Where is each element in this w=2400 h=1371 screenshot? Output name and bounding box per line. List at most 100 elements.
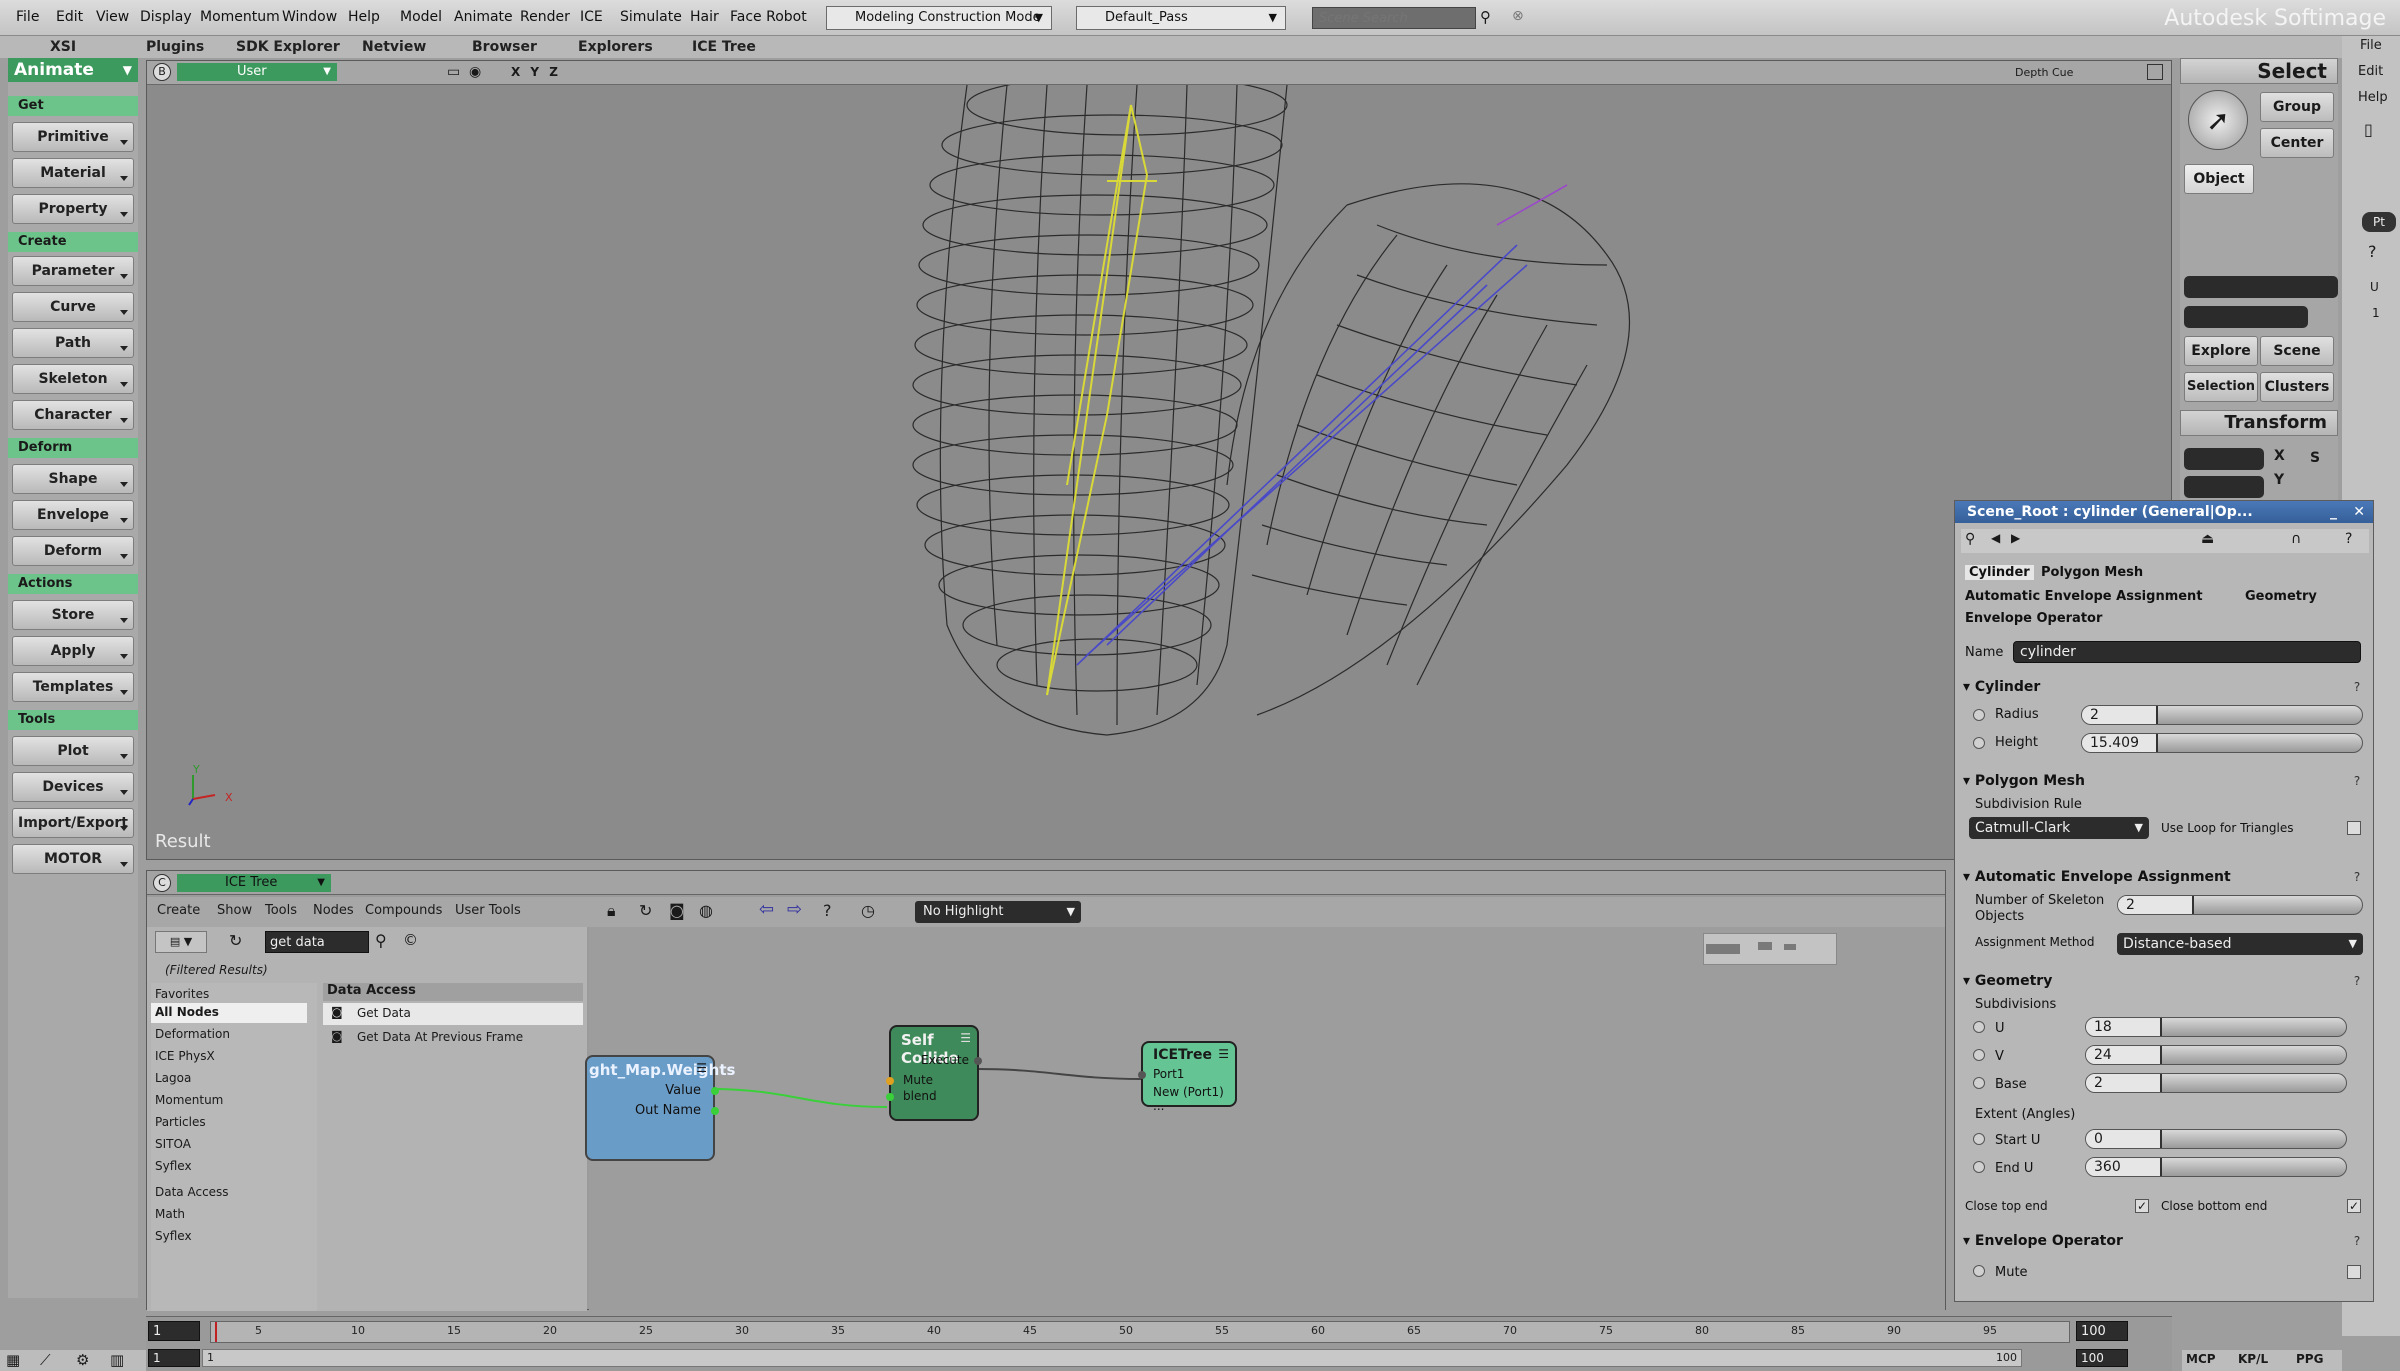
category-momentum[interactable]: Momentum — [155, 1093, 223, 1107]
range-end-field[interactable] — [2076, 1349, 2128, 1367]
search-icon[interactable]: ⚲ — [1480, 8, 1491, 26]
axis-toggles[interactable]: X Y Z — [511, 65, 561, 79]
globe-icon[interactable]: ◍ — [699, 901, 713, 920]
viewport-b[interactable]: B User ▼ ▭ ◉ X Y Z Depth Cue Y X Result — [146, 60, 2172, 860]
object-button[interactable]: Object — [2184, 164, 2254, 194]
end-u-value[interactable]: 360 — [2086, 1158, 2162, 1176]
category-particles[interactable]: Particles — [155, 1115, 206, 1129]
ice-node-icetree[interactable]: ICETree ☰ Port1 New (Port1) ... — [1138, 1041, 1237, 1113]
menu-model[interactable]: Model — [400, 9, 442, 25]
menu-face-robot[interactable]: Face Robot — [730, 9, 807, 25]
kpl-button[interactable]: KP/L — [2238, 1352, 2268, 1366]
devices-button[interactable]: Devices — [12, 772, 134, 802]
motor-button[interactable]: MOTOR — [12, 844, 134, 874]
range-start-field[interactable] — [148, 1349, 200, 1367]
ice-menu-user-tools[interactable]: User Tools — [455, 903, 521, 918]
port-execute-socket[interactable] — [974, 1057, 982, 1065]
height-slider[interactable]: 15.409 — [2081, 733, 2363, 753]
category-lagoa[interactable]: Lagoa — [155, 1071, 191, 1085]
u-value[interactable]: 18 — [2086, 1018, 2162, 1036]
tab-netview[interactable]: Netview — [362, 39, 426, 55]
ice-graph-canvas[interactable]: ght_Map.Weights ☰ Value Out Name Self Co… — [585, 927, 1945, 1311]
menu-ice[interactable]: ICE — [580, 9, 603, 25]
help-question-icon[interactable]: ? — [823, 901, 832, 920]
transform-y-field[interactable] — [2184, 476, 2264, 498]
far-right-u[interactable]: U — [2370, 280, 2379, 294]
timeline[interactable]: 5 10 15 20 25 30 35 40 45 50 55 60 65 70… — [146, 1316, 2172, 1371]
far-right-help[interactable]: Help — [2358, 90, 2388, 105]
clear-search-icon[interactable]: ⊗ — [1512, 8, 1524, 24]
ice-node-weights[interactable]: ght_Map.Weights ☰ Value Out Name — [585, 1055, 735, 1161]
script-icon[interactable]: ⟋ — [40, 1351, 51, 1369]
layout-icon[interactable]: ▦ — [6, 1351, 20, 1369]
menu-momentum[interactable]: Momentum — [200, 9, 280, 25]
tab-xsi[interactable]: XSI — [50, 39, 76, 55]
node-menu-icon[interactable]: ☰ — [960, 1031, 971, 1045]
pass-dropdown[interactable]: Default_Pass ▼ — [1076, 6, 1286, 30]
menu-window[interactable]: Window — [282, 9, 337, 25]
menu-render[interactable]: Render — [520, 9, 570, 25]
category-ice-physx[interactable]: ICE PhysX — [155, 1049, 215, 1063]
menu-simulate[interactable]: Simulate — [620, 9, 682, 25]
assignment-method-dropdown[interactable]: Distance-based ▼ — [2117, 933, 2363, 955]
clear-icon[interactable]: ◙ — [669, 901, 685, 920]
v-slider[interactable]: 24 — [2085, 1045, 2347, 1065]
highlight-dropdown[interactable]: No Highlight ▼ — [915, 901, 1081, 923]
menu-view[interactable]: View — [96, 9, 129, 25]
scale-s-label[interactable]: S — [2310, 450, 2320, 466]
panel-icon[interactable]: ▥ — [110, 1351, 124, 1369]
ice-view-dropdown[interactable]: ICE Tree ▼ — [177, 874, 331, 892]
tab-cylinder[interactable]: Cylinder — [1965, 565, 2034, 580]
help-question-icon[interactable]: ? — [2349, 973, 2365, 989]
group-button[interactable]: Group — [2260, 92, 2334, 122]
deform-button[interactable]: Deform — [12, 536, 134, 566]
import-export-button[interactable]: Import/Export — [12, 808, 134, 838]
ice-navigator[interactable] — [1703, 933, 1837, 965]
toolbar-mode-dropdown[interactable]: Animate ▼ — [8, 58, 138, 82]
select-arrow-icon[interactable]: ➚ — [2188, 90, 2248, 150]
port-blend-socket[interactable] — [886, 1093, 894, 1101]
use-loop-checkbox[interactable] — [2347, 821, 2361, 835]
height-value[interactable]: 15.409 — [2082, 734, 2158, 752]
far-right-file[interactable]: File — [2360, 38, 2382, 53]
tab-ice-tree[interactable]: ICE Tree — [692, 39, 756, 55]
ppg-button[interactable]: PPG — [2296, 1352, 2323, 1366]
auto-envelope-section-header[interactable]: ▾ Automatic Envelope Assignment — [1963, 869, 2231, 885]
load-preset-icon[interactable]: ⏏ — [2201, 531, 2214, 547]
arrow-right-icon[interactable]: ⇨ — [787, 899, 802, 920]
animation-icon[interactable] — [1973, 1265, 1985, 1277]
lock-icon[interactable]: ∩ — [2291, 531, 2301, 547]
construction-mode-dropdown[interactable]: Modeling Construction Mode ▼ — [826, 6, 1052, 30]
center-button[interactable]: Center — [2260, 128, 2334, 158]
refresh-icon[interactable]: ↻ — [639, 901, 652, 920]
view-mode-dropdown[interactable]: ▤ ▼ — [155, 931, 207, 953]
timeline-end-field[interactable] — [2076, 1321, 2128, 1341]
mute-checkbox[interactable] — [2347, 1265, 2361, 1279]
display-icon[interactable]: ▭ — [447, 64, 460, 80]
clear-search-icon[interactable]: © — [403, 931, 418, 949]
tab-sdk-explorer[interactable]: SDK Explorer — [236, 39, 340, 55]
help-question-icon[interactable]: ? — [2349, 679, 2365, 695]
curve-button[interactable]: Curve — [12, 292, 134, 322]
search-icon[interactable]: ⚲ — [375, 931, 387, 950]
base-slider[interactable]: 2 — [2085, 1073, 2347, 1093]
ice-view-letter[interactable]: C — [153, 874, 171, 892]
close-icon[interactable]: ✕ — [2353, 501, 2365, 523]
port-value-socket[interactable] — [711, 1087, 719, 1095]
animation-icon[interactable] — [1973, 1077, 1985, 1089]
animation-icon[interactable] — [1973, 709, 1985, 721]
primitive-button[interactable]: Primitive — [12, 122, 134, 152]
category-syflex-2[interactable]: Syflex — [155, 1229, 192, 1243]
explore-button[interactable]: Explore — [2184, 336, 2258, 366]
category-all-nodes[interactable]: All Nodes — [151, 1003, 307, 1023]
pt-button[interactable]: Pt — [2362, 212, 2396, 232]
filter-field[interactable] — [2184, 306, 2308, 328]
tab-geometry[interactable]: Geometry — [2245, 589, 2317, 604]
character-button[interactable]: Character — [12, 400, 134, 430]
ice-menu-compounds[interactable]: Compounds — [365, 903, 442, 918]
envelope-button[interactable]: Envelope — [12, 500, 134, 530]
gear-icon[interactable]: ⚙ — [76, 1351, 89, 1369]
tab-explorers[interactable]: Explorers — [578, 39, 653, 55]
menu-display[interactable]: Display — [140, 9, 192, 25]
arrow-left-icon[interactable]: ⇦ — [759, 899, 774, 920]
